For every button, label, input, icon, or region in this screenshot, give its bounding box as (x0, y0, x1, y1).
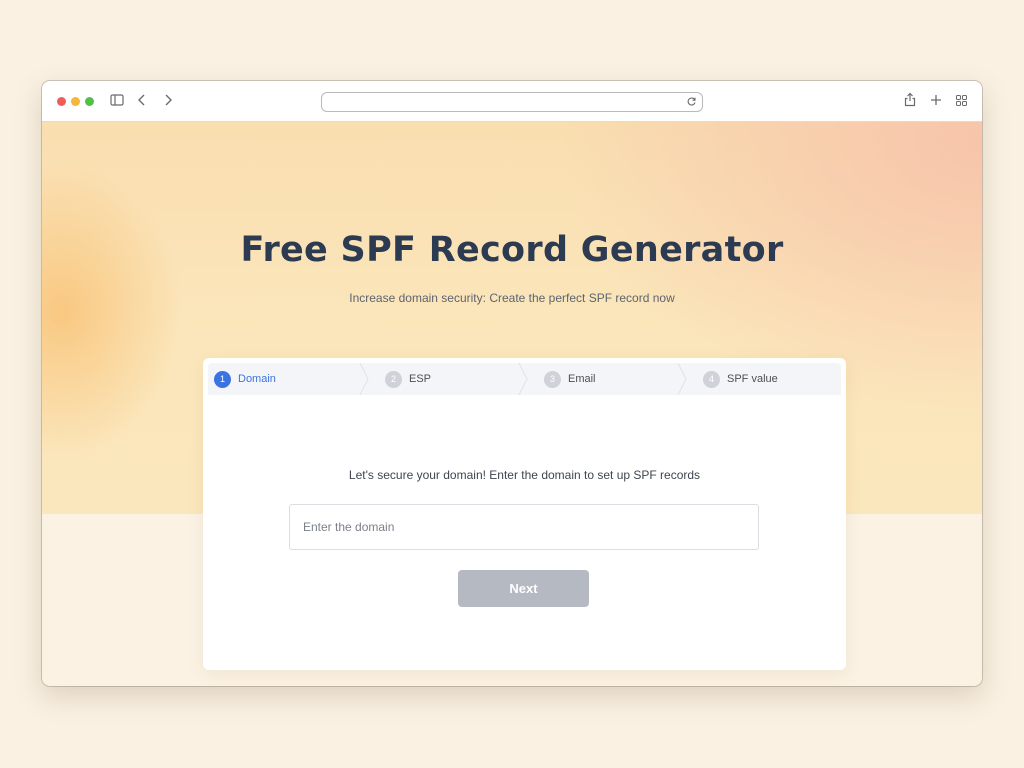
step-label: ESP (409, 373, 432, 385)
chevron-right-icon[interactable] (163, 93, 173, 107)
address-bar[interactable] (321, 92, 703, 112)
step-separator (359, 363, 369, 395)
browser-toolbar (42, 81, 982, 122)
url-input[interactable] (330, 94, 684, 112)
reload-icon[interactable] (686, 96, 697, 107)
step-spf-value[interactable]: 4 SPF value (703, 363, 778, 395)
generator-card: 1 Domain 2 ESP 3 Email 4 SPF value Let's… (203, 358, 846, 670)
browser-window: Free SPF Record Generator Increase domai… (42, 81, 982, 686)
share-icon[interactable] (904, 92, 916, 107)
minimize-window-button[interactable] (71, 97, 80, 106)
page-content: Free SPF Record Generator Increase domai… (42, 122, 982, 686)
next-button[interactable]: Next (458, 570, 589, 607)
chevron-left-icon[interactable] (137, 93, 147, 107)
domain-input[interactable] (289, 504, 759, 550)
close-window-button[interactable] (57, 97, 66, 106)
maximize-window-button[interactable] (85, 97, 94, 106)
step-number: 4 (703, 370, 720, 388)
step-number: 2 (385, 370, 402, 388)
step-number: 3 (544, 370, 561, 388)
sidebar-icon[interactable] (110, 93, 124, 107)
step-esp[interactable]: 2 ESP (385, 363, 431, 395)
step-label: Email (568, 373, 596, 385)
plus-icon[interactable] (930, 94, 942, 106)
page-subtitle: Increase domain security: Create the per… (349, 291, 675, 305)
step-number: 1 (214, 370, 231, 388)
step-label: Domain (238, 373, 276, 385)
step-email[interactable]: 3 Email (544, 363, 596, 395)
step-separator (677, 363, 687, 395)
step-label: SPF value (727, 373, 778, 385)
tabs-grid-icon[interactable] (956, 95, 967, 106)
step-separator (518, 363, 528, 395)
page-title: Free SPF Record Generator (240, 230, 784, 270)
step-domain[interactable]: 1 Domain (214, 363, 276, 395)
stepper: 1 Domain 2 ESP 3 Email 4 SPF value (208, 363, 841, 395)
form-prompt: Let's secure your domain! Enter the doma… (348, 468, 701, 482)
